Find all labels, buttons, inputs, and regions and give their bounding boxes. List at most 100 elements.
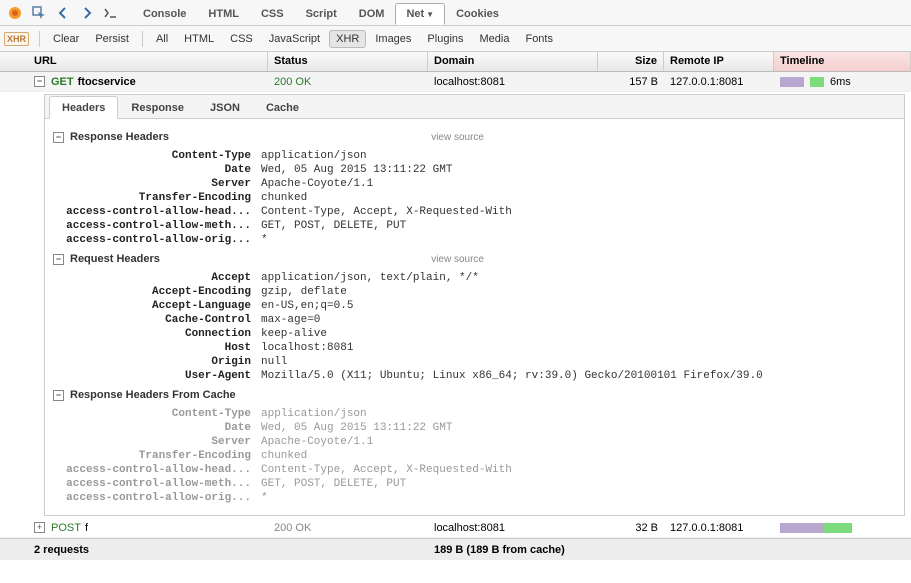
header-value: GET, POST, DELETE, PUT [261, 220, 406, 232]
header-row: User-AgentMozilla/5.0 (X11; Ubuntu; Linu… [45, 369, 904, 383]
view-source-link[interactable]: view source [431, 132, 484, 143]
header-name: access-control-allow-orig... [45, 234, 261, 246]
request-name: ftocservice [78, 76, 136, 88]
tab-css[interactable]: CSS [250, 3, 295, 25]
filter-images[interactable]: Images [368, 30, 418, 48]
section-request-headers[interactable]: − Request Headers view source [45, 247, 904, 271]
tab-console[interactable]: Console [132, 3, 197, 25]
request-size: 157 B [598, 74, 664, 90]
header-value: application/json [261, 408, 367, 420]
section-response-headers[interactable]: − Response Headers view source [45, 125, 904, 149]
header-name: Connection [45, 328, 261, 340]
main-toolbar: Console HTML CSS Script DOM Net▼ Cookies [0, 0, 911, 26]
col-size[interactable]: Size [598, 52, 664, 71]
header-row: DateWed, 05 Aug 2015 13:11:22 GMT [45, 163, 904, 177]
header-row: DateWed, 05 Aug 2015 13:11:22 GMT [45, 421, 904, 435]
subtab-headers[interactable]: Headers [49, 96, 118, 119]
tab-script[interactable]: Script [295, 3, 348, 25]
header-name: Content-Type [45, 150, 261, 162]
collapse-icon[interactable]: − [34, 76, 45, 87]
section-title-label: Request Headers [70, 253, 160, 265]
col-timeline[interactable]: Timeline [774, 52, 911, 71]
tab-cookies[interactable]: Cookies [445, 3, 510, 25]
header-row: Acceptapplication/json, text/plain, */* [45, 271, 904, 285]
header-row: access-control-allow-meth...GET, POST, D… [45, 477, 904, 491]
header-row: ServerApache-Coyote/1.1 [45, 435, 904, 449]
header-row: Connectionkeep-alive [45, 327, 904, 341]
header-name: Accept [45, 272, 261, 284]
collapse-icon[interactable]: − [53, 390, 64, 401]
filter-xhr[interactable]: XHR [329, 30, 366, 48]
header-name: Date [45, 164, 261, 176]
header-value: Content-Type, Accept, X-Requested-With [261, 464, 512, 476]
col-domain[interactable]: Domain [428, 52, 598, 71]
footer-size: 189 B (189 B from cache) [428, 541, 688, 559]
request-row[interactable]: − GET ftocservice 200 OK localhost:8081 … [0, 72, 911, 92]
request-method: GET [51, 76, 74, 88]
header-name: access-control-allow-meth... [45, 220, 261, 232]
request-status: 200 OK [268, 520, 428, 536]
header-value: GET, POST, DELETE, PUT [261, 478, 406, 490]
header-value: Apache-Coyote/1.1 [261, 436, 373, 448]
subtab-cache[interactable]: Cache [253, 96, 312, 119]
persist-button[interactable]: Persist [88, 30, 136, 48]
header-row: Originnull [45, 355, 904, 369]
section-title-label: Response Headers From Cache [70, 389, 236, 401]
header-name: Origin [45, 356, 261, 368]
header-name: Accept-Language [45, 300, 261, 312]
forward-icon[interactable] [76, 2, 98, 24]
col-remote[interactable]: Remote IP [664, 52, 774, 71]
header-row: access-control-allow-head...Content-Type… [45, 205, 904, 219]
header-row: Content-Typeapplication/json [45, 149, 904, 163]
header-value: * [261, 492, 268, 504]
header-row: access-control-allow-head...Content-Type… [45, 463, 904, 477]
section-cache-headers[interactable]: − Response Headers From Cache [45, 383, 904, 407]
header-name: Host [45, 342, 261, 354]
subtab-json[interactable]: JSON [197, 96, 253, 119]
request-domain: localhost:8081 [428, 74, 598, 90]
detail-body: − Response Headers view source Content-T… [45, 119, 904, 515]
filter-plugins[interactable]: Plugins [420, 30, 470, 48]
column-header-row: URL Status Domain Size Remote IP Timelin… [0, 52, 911, 72]
main-tabs: Console HTML CSS Script DOM Net▼ Cookies [132, 2, 510, 24]
header-row: Accept-Encodinggzip, deflate [45, 285, 904, 299]
footer-count: 2 requests [0, 541, 268, 559]
request-size: 32 B [598, 520, 664, 536]
back-icon[interactable] [52, 2, 74, 24]
filter-html[interactable]: HTML [177, 30, 221, 48]
tab-dom[interactable]: DOM [348, 3, 396, 25]
filter-css[interactable]: CSS [223, 30, 260, 48]
header-name: User-Agent [45, 370, 261, 382]
tab-net[interactable]: Net▼ [395, 3, 445, 25]
header-row: Hostlocalhost:8081 [45, 341, 904, 355]
header-name: access-control-allow-orig... [45, 492, 261, 504]
firebug-icon[interactable] [4, 2, 26, 24]
clear-button[interactable]: Clear [46, 30, 86, 48]
filter-js[interactable]: JavaScript [262, 30, 327, 48]
col-url[interactable]: URL [0, 52, 268, 71]
collapse-icon[interactable]: − [53, 132, 64, 143]
view-source-link[interactable]: view source [431, 254, 484, 265]
request-method: POST [51, 522, 81, 534]
request-row[interactable]: + POST f 200 OK localhost:8081 32 B 127.… [0, 518, 911, 538]
request-remote: 127.0.0.1:8081 [664, 74, 774, 90]
subtab-response[interactable]: Response [118, 96, 197, 119]
filter-fonts[interactable]: Fonts [518, 30, 560, 48]
collapse-icon[interactable]: − [53, 254, 64, 265]
header-name: Server [45, 436, 261, 448]
filter-all[interactable]: All [149, 30, 175, 48]
header-value: Wed, 05 Aug 2015 13:11:22 GMT [261, 422, 452, 434]
col-status[interactable]: Status [268, 52, 428, 71]
section-title-label: Response Headers [70, 131, 169, 143]
expand-icon[interactable]: + [34, 522, 45, 533]
header-value: gzip, deflate [261, 286, 347, 298]
command-line-icon[interactable] [100, 2, 122, 24]
chevron-down-icon: ▼ [426, 10, 434, 19]
inspect-icon[interactable] [28, 2, 50, 24]
header-value: Apache-Coyote/1.1 [261, 178, 373, 190]
header-name: Transfer-Encoding [45, 450, 261, 462]
header-value: Wed, 05 Aug 2015 13:11:22 GMT [261, 164, 452, 176]
detail-panel: Headers Response JSON Cache − Response H… [44, 94, 905, 516]
filter-media[interactable]: Media [473, 30, 517, 48]
tab-html[interactable]: HTML [197, 3, 250, 25]
